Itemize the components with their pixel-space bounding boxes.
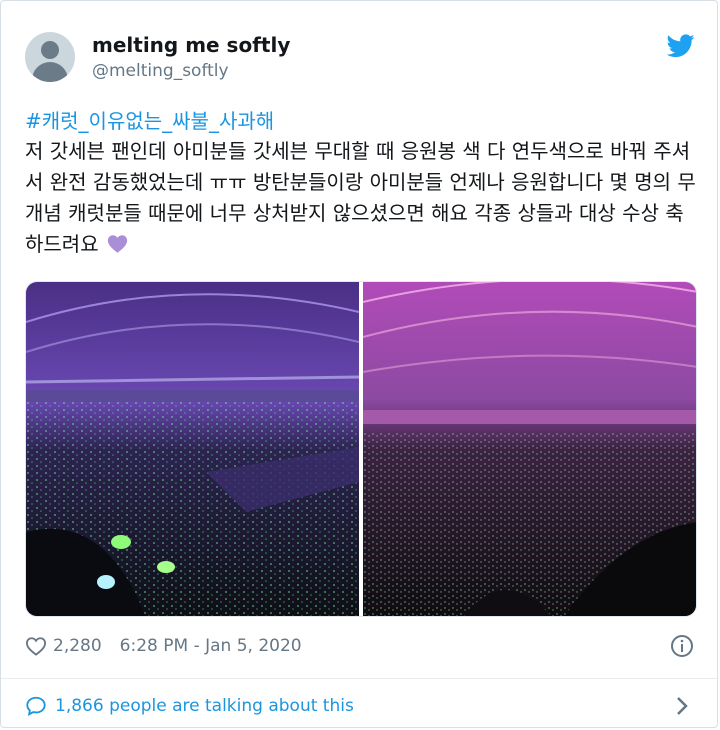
hashtag-link[interactable]: #캐럿_이유없는_싸불_사과해 — [25, 105, 274, 134]
user-avatar[interactable] — [25, 32, 75, 82]
talking-count-text: 1,866 people are talking about this — [55, 696, 354, 716]
user-handle[interactable]: @melting_softly — [92, 61, 229, 81]
arena-photo-purple-lights-image — [26, 282, 359, 616]
tweet-meta: 2,280 6:28 PM - Jan 5, 2020 — [25, 633, 302, 659]
tweet-media[interactable] — [25, 281, 697, 617]
arena-photo-2[interactable] — [363, 282, 696, 616]
display-name[interactable]: melting me softly — [92, 33, 290, 57]
like-count[interactable]: 2,280 — [53, 636, 102, 656]
arena-photo-1[interactable] — [26, 282, 359, 616]
tweet-timestamp[interactable]: 6:28 PM - Jan 5, 2020 — [120, 636, 302, 656]
divider — [1, 678, 719, 679]
purple-heart-icon — [107, 235, 128, 253]
heart-icon[interactable] — [25, 636, 47, 656]
arena-photo-pink-lights-image — [363, 282, 696, 616]
chevron-right-icon[interactable] — [675, 695, 689, 717]
info-icon[interactable] — [670, 634, 694, 658]
tweet-body: 저 갓세븐 팬인데 아미분들 갓세븐 무대할 때 응원봉 색 다 연두색으로 바… — [25, 136, 697, 260]
twitter-bird-icon[interactable] — [667, 34, 695, 58]
avatar-body-shape — [32, 62, 68, 82]
conversation-link[interactable]: 1,866 people are talking about this — [25, 693, 354, 719]
speech-bubble-icon — [26, 696, 46, 716]
avatar-head-shape — [41, 41, 59, 59]
tweet-card: melting me softly @melting_softly #캐럿_이유… — [0, 0, 719, 728]
